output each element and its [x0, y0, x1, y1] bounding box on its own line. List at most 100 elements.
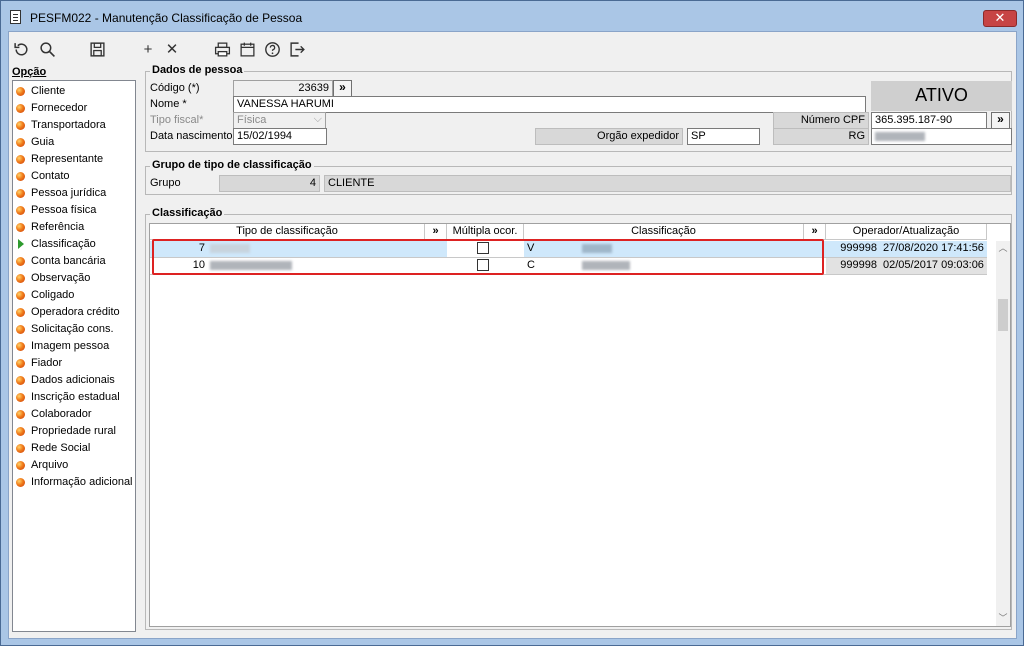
- sidebar-item-imagem-pessoa[interactable]: Imagem pessoa: [16, 338, 109, 354]
- add-icon[interactable]: +: [139, 40, 157, 58]
- scroll-up-icon[interactable]: ︿: [997, 241, 1009, 254]
- bullet-icon: [16, 222, 25, 232]
- sidebar-item-contato[interactable]: Contato: [16, 168, 70, 184]
- sidebar-item-propriedade-rural[interactable]: Propriedade rural: [16, 423, 116, 439]
- remove-icon[interactable]: ✕: [163, 40, 181, 58]
- sidebar-item-solicitacao-cons[interactable]: Solicitação cons.: [16, 321, 114, 337]
- bullet-icon: [16, 290, 25, 300]
- print-icon[interactable]: [213, 40, 231, 58]
- classificacao-title: Classificação: [150, 207, 225, 219]
- bullet-icon: [16, 205, 25, 215]
- sidebar-item-guia[interactable]: Guia: [16, 134, 54, 150]
- classificacao-group: Classificação Tipo de classificação » Mú…: [145, 207, 1012, 630]
- sidebar-item-classificacao[interactable]: Classificação: [16, 236, 96, 252]
- sidebar-item-transportadora[interactable]: Transportadora: [16, 117, 106, 133]
- dados-pessoa-group: Dados de pessoa Código (*) 23639 » Nome …: [145, 64, 1012, 152]
- header-classif-expand-button[interactable]: »: [804, 224, 826, 240]
- chevron-down-icon: ⌵: [313, 113, 322, 125]
- data-nascimento-field[interactable]: 15/02/1994: [233, 128, 327, 145]
- cpf-field[interactable]: 365.395.187-90: [871, 112, 987, 129]
- bullet-icon: [16, 256, 25, 266]
- scroll-thumb[interactable]: [998, 299, 1008, 331]
- calendar-icon[interactable]: [238, 40, 256, 58]
- bullet-icon: [16, 171, 25, 181]
- window-title: PESFM022 - Manutenção Classificação de P…: [30, 11, 303, 25]
- tipo-fiscal-value: Física: [237, 114, 267, 126]
- tipo-fiscal-label: Tipo fiscal*: [150, 114, 204, 126]
- row-atualizacao: 02/05/2017 09:03:06: [880, 258, 987, 274]
- sidebar-item-observacao[interactable]: Observação: [16, 270, 90, 286]
- bullet-icon: [16, 375, 25, 385]
- bullet-icon: [16, 307, 25, 317]
- orgao-expedidor-field[interactable]: SP: [687, 128, 760, 145]
- sidebar-item-informacao-adicional[interactable]: Informação adicional: [16, 474, 133, 490]
- redacted-text: [875, 132, 925, 141]
- nome-label: Nome *: [150, 98, 187, 110]
- header-operador-atualizacao[interactable]: Operador/Atualização: [826, 224, 987, 240]
- header-tipo-expand-button[interactable]: »: [425, 224, 447, 240]
- scroll-down-icon[interactable]: ﹀: [997, 611, 1009, 624]
- close-button[interactable]: ✕: [983, 10, 1017, 27]
- vertical-scrollbar[interactable]: ︿ ﹀: [996, 241, 1010, 626]
- bullet-icon: [16, 392, 25, 402]
- header-multipla-ocor[interactable]: Múltipla ocor.: [447, 224, 524, 240]
- bullet-icon: [16, 409, 25, 419]
- header-tipo-classificacao[interactable]: Tipo de classificação: [150, 224, 425, 240]
- exit-icon[interactable]: [288, 40, 306, 58]
- active-arrow-icon: [18, 239, 24, 249]
- sidebar-item-fornecedor[interactable]: Fornecedor: [16, 100, 87, 116]
- save-icon[interactable]: [88, 40, 106, 58]
- client-area: + ✕ Opção Cliente Fornecedor Transportad…: [8, 31, 1017, 639]
- cpf-expand-button[interactable]: »: [991, 112, 1010, 129]
- sidebar-item-colaborador[interactable]: Colaborador: [16, 406, 92, 422]
- classificacao-grid: Tipo de classificação » Múltipla ocor. C…: [149, 223, 1011, 627]
- row-operador: 999998: [826, 241, 880, 257]
- tipo-fiscal-select[interactable]: Física ⌵: [233, 112, 326, 129]
- application-window: PESFM022 - Manutenção Classificação de P…: [0, 0, 1024, 646]
- row-atualizacao: 27/08/2020 17:41:56: [880, 241, 987, 257]
- status-badge: ATIVO: [871, 81, 1012, 111]
- grupo-group: Grupo de tipo de classificação Grupo 4 C…: [145, 159, 1012, 195]
- sidebar-item-cliente[interactable]: Cliente: [16, 83, 65, 99]
- document-icon: [10, 10, 21, 24]
- bullet-icon: [16, 460, 25, 470]
- sidebar-item-pessoa-juridica[interactable]: Pessoa jurídica: [16, 185, 106, 201]
- sidebar-item-rede-social[interactable]: Rede Social: [16, 440, 90, 456]
- row-operador: 999998: [826, 258, 880, 274]
- bullet-icon: [16, 426, 25, 436]
- dados-pessoa-title: Dados de pessoa: [150, 64, 245, 76]
- sidebar-item-inscricao-estadual[interactable]: Inscrição estadual: [16, 389, 120, 405]
- refresh-icon[interactable]: [12, 40, 30, 58]
- sidebar-item-fiador[interactable]: Fiador: [16, 355, 62, 371]
- sidebar-item-referencia[interactable]: Referência: [16, 219, 84, 235]
- grupo-code-field[interactable]: 4: [219, 175, 320, 192]
- bullet-icon: [16, 443, 25, 453]
- nome-field[interactable]: VANESSA HARUMI: [233, 96, 866, 113]
- rg-field[interactable]: [871, 128, 1012, 145]
- sidebar-item-operadora-credito[interactable]: Operadora crédito: [16, 304, 120, 320]
- sidebar-item-arquivo[interactable]: Arquivo: [16, 457, 68, 473]
- title-bar: PESFM022 - Manutenção Classificação de P…: [1, 1, 1023, 31]
- rg-label: RG: [773, 128, 869, 145]
- grupo-title: Grupo de tipo de classificação: [150, 159, 314, 171]
- bullet-icon: [16, 188, 25, 198]
- help-icon[interactable]: [263, 40, 281, 58]
- codigo-expand-button[interactable]: »: [333, 80, 352, 97]
- bullet-icon: [16, 86, 25, 96]
- sidebar-item-conta-bancaria[interactable]: Conta bancária: [16, 253, 106, 269]
- sidebar-title: Opção: [12, 66, 47, 78]
- bullet-icon: [16, 154, 25, 164]
- search-icon[interactable]: [38, 40, 56, 58]
- sidebar-item-pessoa-fisica[interactable]: Pessoa física: [16, 202, 96, 218]
- header-classificacao[interactable]: Classificação: [524, 224, 804, 240]
- data-nascimento-label: Data nascimento: [150, 130, 233, 142]
- bullet-icon: [16, 137, 25, 147]
- sidebar-item-representante[interactable]: Representante: [16, 151, 103, 167]
- codigo-field[interactable]: 23639: [233, 80, 333, 97]
- sidebar-item-coligado[interactable]: Coligado: [16, 287, 74, 303]
- sidebar: Cliente Fornecedor Transportadora Guia R…: [12, 80, 136, 632]
- sidebar-item-dados-adicionais[interactable]: Dados adicionais: [16, 372, 115, 388]
- bullet-icon: [16, 341, 25, 351]
- orgao-expedidor-label: Orgão expedidor: [535, 128, 683, 145]
- bullet-icon: [16, 477, 25, 487]
